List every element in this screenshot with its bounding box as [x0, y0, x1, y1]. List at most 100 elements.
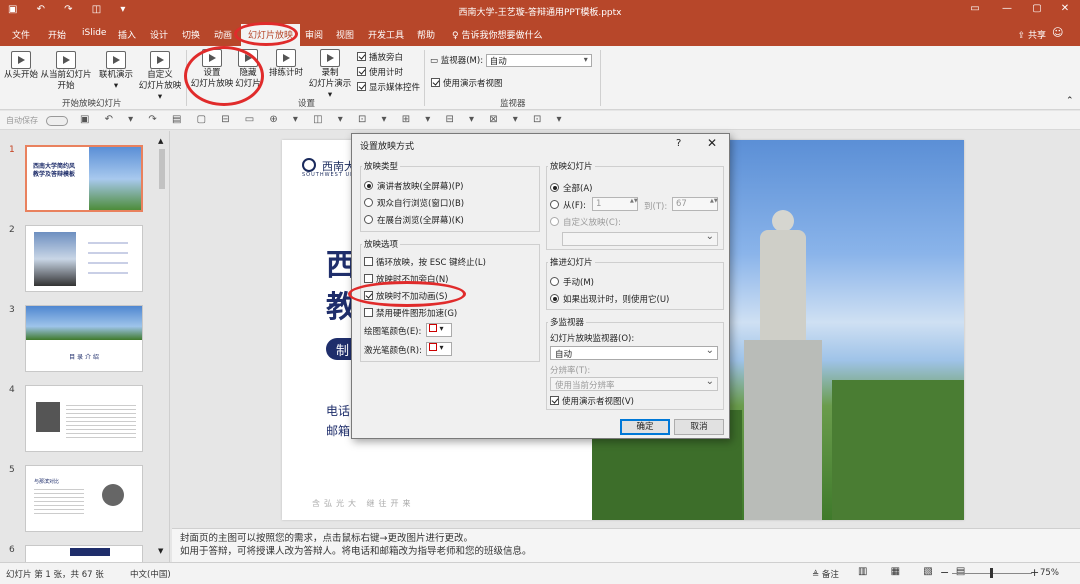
scroll-up-icon[interactable]: ▲	[158, 137, 163, 145]
status-bar: 幻灯片 第 1 张，共 67 张 中文(中国) ≜ 备注 ▥ ▦ ▧ ▤ − +…	[0, 562, 1080, 584]
language-indicator[interactable]: 中文(中国)	[130, 568, 171, 580]
slide-number: 3	[9, 305, 15, 315]
presenter-view-checkbox[interactable]: 使用演示者视图	[431, 77, 503, 89]
group-label-start: 开始放映幻灯片	[62, 99, 122, 109]
smiley-icon[interactable]: ☺	[1052, 26, 1063, 39]
thumb-photo	[89, 147, 141, 210]
loop-checkbox[interactable]: 循环放映，按 ESC 键终止(L)	[364, 256, 486, 268]
tab-home[interactable]: 开始	[48, 28, 66, 41]
close-icon[interactable]: ✕	[707, 136, 717, 150]
tab-insert[interactable]: 插入	[118, 28, 136, 41]
slide-number: 2	[9, 225, 15, 235]
thumb-portrait	[36, 402, 60, 432]
tab-islide[interactable]: iSlide	[82, 28, 106, 38]
use-timings-checkbox[interactable]: 使用计时	[357, 66, 403, 78]
show-media-controls-checkbox[interactable]: 显示媒体控件	[357, 81, 420, 93]
tab-review[interactable]: 审阅	[305, 28, 323, 41]
tab-help[interactable]: 帮助	[417, 28, 435, 41]
laser-color-picker[interactable]: ▾	[426, 342, 452, 356]
close-icon[interactable]: ✕	[1050, 3, 1080, 19]
advance-timings-radio[interactable]: 如果出现计时，则使用它(U)	[550, 293, 669, 305]
kiosk-radio[interactable]: 在展台浏览(全屏幕)(K)	[364, 214, 464, 226]
zoom-slider-handle[interactable]	[990, 568, 993, 578]
tell-me-search[interactable]: ♀ 告诉我你想要做什么	[452, 28, 542, 41]
hide-slide-button[interactable]: 隐藏 幻灯片	[234, 49, 262, 90]
disable-hw-acceleration-checkbox[interactable]: 禁用硬件图形加速(G)	[364, 307, 457, 319]
custom-show-radio[interactable]: 自定义放映(C):	[550, 216, 621, 228]
from-spinner[interactable]: 1	[592, 197, 638, 211]
scroll-down-icon[interactable]: ▼	[158, 547, 163, 555]
checkbox-box	[357, 82, 366, 91]
tab-design[interactable]: 设计	[150, 28, 168, 41]
setup-slide-show-button[interactable]: 设置 幻灯片放映	[190, 49, 234, 90]
view-buttons[interactable]: ▥ ▦ ▧ ▤	[858, 566, 975, 577]
slide-thumbnail-6[interactable]	[25, 545, 143, 563]
collapse-ribbon-icon[interactable]: ⌃	[1066, 96, 1074, 106]
from-beginning-button[interactable]: 从头开始	[3, 51, 39, 81]
notes-line: 如用于答辩，可将授课人改为答辩人。将电话和邮箱改为指导老师和您的班级信息。	[180, 546, 532, 557]
no-narration-checkbox[interactable]: 放映时不加旁白(N)	[364, 273, 449, 285]
toolbar-icons[interactable]: ▣ ↶ ▾ ↷ ▤ ▢ ⊟ ▭ ⊕ ▾ ◫ ▾ ⊡ ▾ ⊞ ▾ ⊟ ▾ ⊠ ▾ …	[80, 114, 568, 125]
cancel-button[interactable]: 取消	[674, 419, 724, 435]
university-emblem-icon	[302, 158, 316, 172]
help-icon[interactable]: ?	[676, 138, 681, 149]
checkbox-box	[364, 308, 373, 317]
tab-transitions[interactable]: 切换	[182, 28, 200, 41]
presenter-radio[interactable]: 演讲者放映(全屏幕)(P)	[364, 180, 463, 192]
slide-thumbnail-4[interactable]	[25, 385, 143, 452]
thumbnail-scrollbar[interactable]: ▲ ▼	[158, 137, 166, 557]
slide-number: 4	[9, 385, 15, 395]
zoom-level[interactable]: 75%	[1040, 568, 1059, 578]
present-online-button[interactable]: 联机演示 ▾	[96, 51, 136, 92]
presenter-view-dialog-checkbox[interactable]: 使用演示者视图(V)	[550, 395, 634, 407]
ok-button[interactable]: 确定	[620, 419, 670, 435]
statue-body	[760, 230, 806, 340]
advance-manual-radio[interactable]: 手动(M)	[550, 276, 594, 288]
slide-thumbnail-3[interactable]: 目 录 介 绍	[25, 305, 143, 372]
advance-slides-label: 推进幻灯片	[548, 256, 595, 268]
checkbox-box	[364, 257, 373, 266]
monitor-dropdown[interactable]: 自动	[485, 54, 592, 67]
radio-dot	[550, 200, 559, 209]
autosave-toggle[interactable]	[46, 116, 68, 126]
minimize-icon[interactable]: —	[992, 3, 1022, 19]
from-current-button[interactable]: 从当前幻灯片 开始	[40, 51, 92, 92]
slides-from-radio[interactable]: 从(F):	[550, 199, 586, 211]
tab-animations[interactable]: 动画	[214, 28, 232, 41]
custom-show-dropdown[interactable]	[562, 231, 718, 246]
statue-head	[772, 210, 794, 232]
zoom-out-button[interactable]: −	[940, 566, 949, 579]
maximize-icon[interactable]: ▢	[1022, 3, 1052, 19]
speaker-notes[interactable]: 封面页的主图可以按照您的需求，点击鼠标右键→更改图片进行更改。 如用于答辩，可将…	[172, 528, 1080, 562]
record-slide-show-button[interactable]: 录制 幻灯片演示 ▾	[306, 49, 354, 101]
resolution-label: 分辨率(T):	[550, 366, 591, 376]
ribbon-display-icon[interactable]: ▭	[960, 3, 990, 19]
tab-slide-show[interactable]: 幻灯片放映	[241, 24, 301, 47]
scroll-thumb[interactable]	[159, 149, 165, 189]
zoom-in-button[interactable]: +	[1030, 566, 1039, 579]
pen-icon	[429, 324, 437, 332]
tab-developer[interactable]: 开发工具	[368, 28, 404, 41]
slide-number: 1	[9, 145, 15, 155]
pen-color-picker[interactable]: ▾	[426, 323, 452, 337]
rehearse-timings-button[interactable]: 排练计时	[266, 49, 306, 79]
tab-file[interactable]: 文件	[12, 28, 30, 41]
slides-all-radio[interactable]: 全部(A)	[550, 182, 592, 194]
play-narrations-checkbox[interactable]: 播放旁白	[357, 51, 403, 63]
setup-show-icon	[202, 49, 222, 67]
setup-show-dialog: 设置放映方式 ? ✕ 放映类型 演讲者放映(全屏幕)(P) 观众自行浏览(窗口)…	[351, 133, 730, 439]
custom-slide-show-button[interactable]: 自定义 幻灯片放映 ▾	[138, 51, 182, 103]
no-animation-checkbox[interactable]: 放映时不加动画(S)	[364, 290, 448, 302]
tab-view[interactable]: 视图	[336, 28, 354, 41]
individual-radio[interactable]: 观众自行浏览(窗口)(B)	[364, 197, 464, 209]
resolution-dropdown[interactable]: 使用当前分辨率	[550, 376, 718, 391]
to-spinner[interactable]: 67	[672, 197, 718, 211]
record-icon	[320, 49, 340, 67]
to-label: 到(T):	[644, 202, 668, 212]
slideshow-monitor-dropdown[interactable]: 自动	[550, 345, 718, 360]
slide-thumbnail-1[interactable]: 西南大学简约风 教学及答辩模板	[25, 145, 143, 212]
slide-thumbnail-2[interactable]	[25, 225, 143, 292]
share-button[interactable]: ⇪ 共享	[1018, 28, 1046, 41]
slide-thumbnail-5[interactable]: 与那滨对比	[25, 465, 143, 532]
notes-button[interactable]: ≜ 备注	[812, 568, 839, 580]
